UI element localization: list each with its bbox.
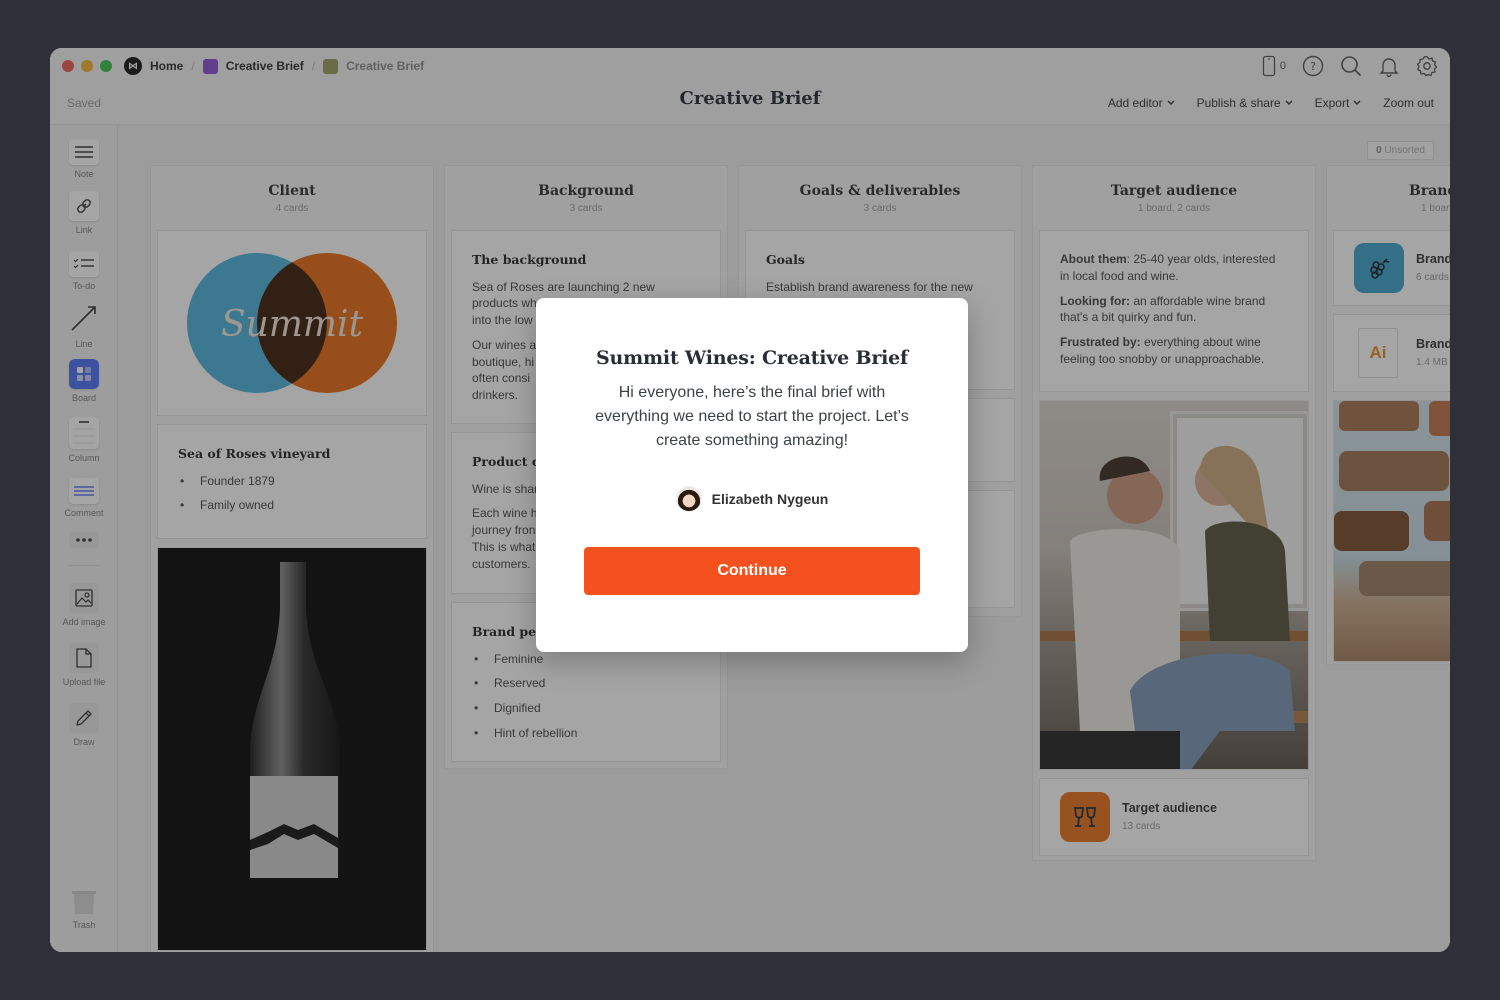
avatar xyxy=(675,486,702,512)
continue-button[interactable]: Continue xyxy=(584,547,920,595)
modal-author: Elizabeth Nygeun xyxy=(536,486,968,512)
welcome-modal: Summit Wines: Creative Brief Hi everyone… xyxy=(536,298,968,652)
modal-message: Hi everyone, here’s the final brief with… xyxy=(595,384,909,449)
modal-title: Summit Wines: Creative Brief xyxy=(595,347,909,369)
author-name: Elizabeth Nygeun xyxy=(711,491,829,507)
